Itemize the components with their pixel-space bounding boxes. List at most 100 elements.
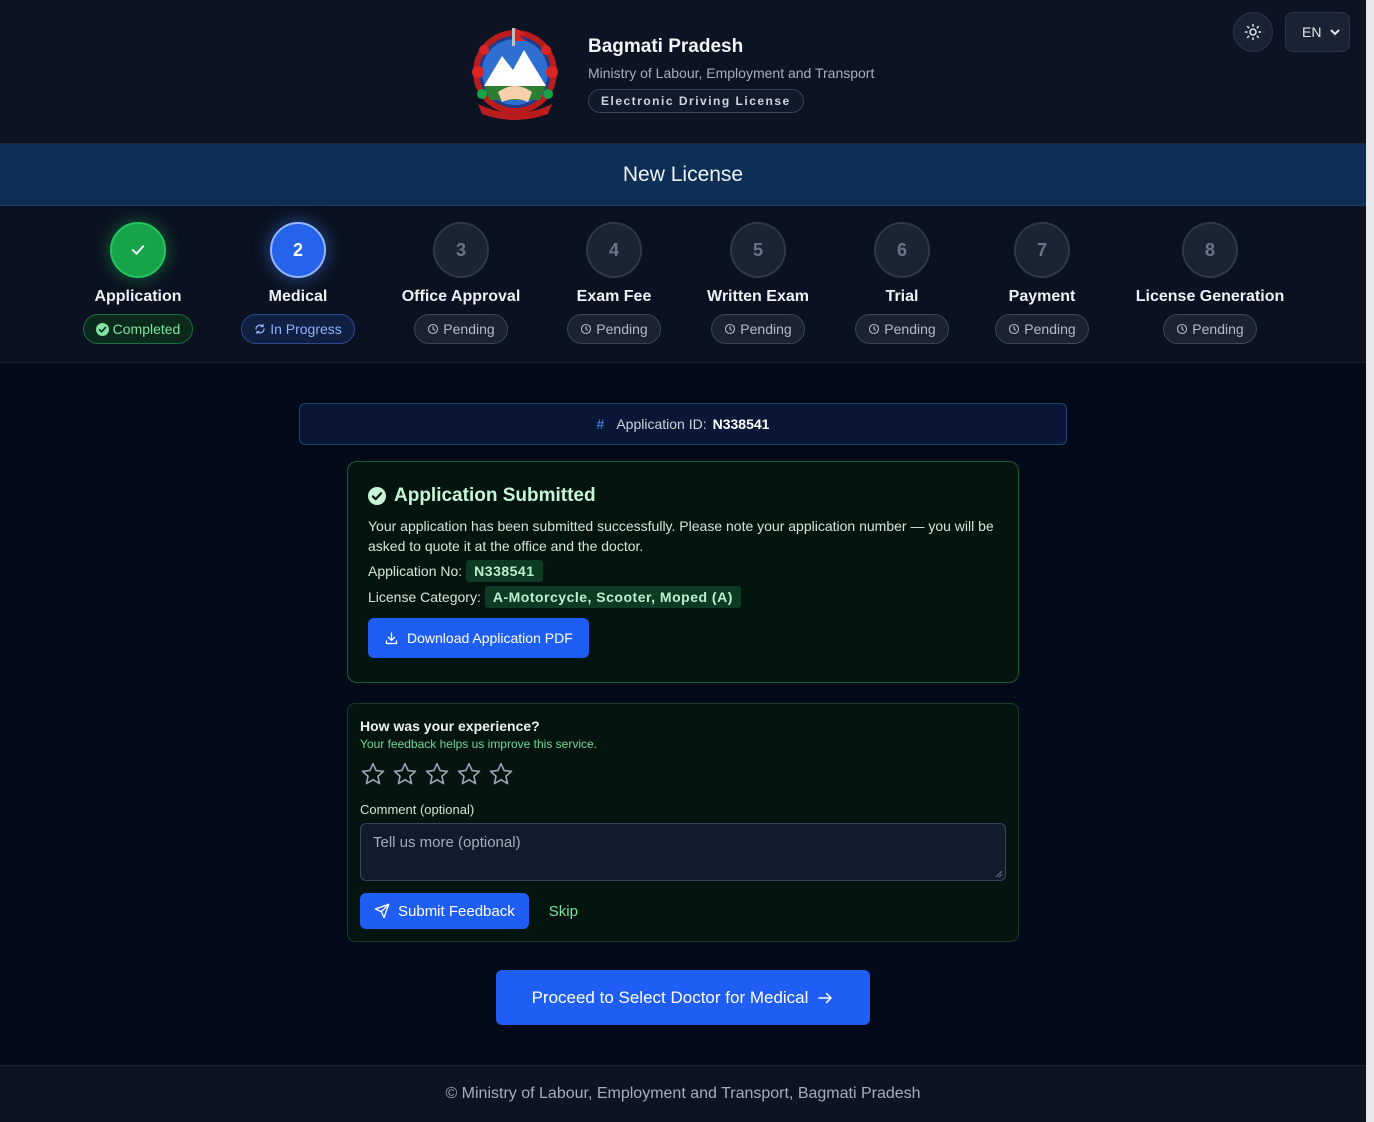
brand-badge: Electronic Driving License (588, 89, 804, 113)
star-icon[interactable] (392, 761, 418, 792)
arrow-right-icon (818, 992, 833, 1003)
scrollbar[interactable] (1366, 0, 1374, 1122)
step-number: 8 (1204, 239, 1215, 260)
submitted-title: Application Submitted (394, 485, 596, 506)
step-status-badge: Pending (855, 314, 949, 344)
step-status-text: Completed (112, 321, 181, 337)
brand: Bagmati Pradesh Ministry of Labour, Empl… (588, 36, 874, 113)
step-circle (110, 222, 166, 278)
step-label: Application (94, 288, 182, 305)
comment-label: Comment (optional) (360, 802, 475, 817)
hash-icon: # (596, 416, 605, 432)
submit-feedback-button[interactable]: Submit Feedback (360, 893, 529, 929)
step-status-text: Pending (596, 321, 648, 337)
step-status-badge: Pending (711, 314, 805, 344)
header: Bagmati Pradesh Ministry of Labour, Empl… (0, 0, 1366, 144)
step-number: 2 (292, 239, 303, 260)
application-id-bar: # Application ID: N338541 (299, 403, 1067, 445)
submitted-message: Your application has been submitted succ… (368, 518, 994, 554)
step-status-text: Pending (1024, 321, 1076, 337)
step-status-badge: Pending (567, 314, 661, 344)
brand-title: Bagmati Pradesh (588, 36, 744, 57)
proceed-select-doctor-button[interactable]: Proceed to Select Doctor for Medical (496, 970, 870, 1025)
star-icon[interactable] (456, 761, 482, 792)
clock-icon (1009, 323, 1020, 335)
step-label: Payment (1008, 288, 1076, 305)
step-label: Office Approval (401, 288, 521, 305)
download-pdf-label: Download Application PDF (407, 630, 573, 646)
submit-feedback-label: Submit Feedback (398, 902, 515, 920)
clock-icon (1177, 323, 1188, 335)
step-status-badge: Completed (82, 314, 194, 344)
check-circle-icon (368, 487, 386, 505)
clock-icon (725, 323, 736, 335)
step-8: 8 License Generation Pending (1125, 222, 1295, 344)
application-number-value: N338541 (466, 560, 543, 582)
clock-icon (581, 323, 592, 335)
step-circle: 3 (433, 222, 489, 278)
check-icon (131, 245, 145, 255)
step-status-text: Pending (1192, 321, 1244, 337)
skip-link[interactable]: Skip (549, 903, 578, 920)
star-rating (360, 761, 1006, 792)
step-status-badge: Pending (414, 314, 508, 344)
nepal-emblem-icon (472, 28, 558, 120)
license-category-label: License Category: (368, 589, 481, 605)
step-label: License Generation (1135, 288, 1285, 305)
step-circle: 6 (874, 222, 930, 278)
step-circle: 8 (1182, 222, 1238, 278)
step-number: 7 (1036, 239, 1047, 260)
star-icon[interactable] (424, 761, 450, 792)
step-status-badge: Pending (995, 314, 1089, 344)
step-number: 6 (896, 239, 907, 260)
step-circle: 5 (730, 222, 786, 278)
star-icon[interactable] (488, 761, 514, 792)
brand-subtitle: Ministry of Labour, Employment and Trans… (588, 65, 875, 81)
step-circle: 7 (1014, 222, 1070, 278)
application-id-value: N338541 (712, 416, 770, 432)
feedback-card: How was your experience? Your feedback h… (347, 703, 1019, 942)
page: Bagmati Pradesh Ministry of Labour, Empl… (0, 0, 1366, 1122)
sun-icon (1244, 23, 1262, 41)
step-number: 5 (752, 239, 763, 260)
check-circle-icon (95, 322, 109, 336)
comment-textarea[interactable]: Tell us more (optional) (360, 823, 1006, 881)
language-select[interactable]: EN (1285, 12, 1350, 52)
language-value: EN (1302, 24, 1322, 40)
step-number: 4 (608, 239, 619, 260)
license-category-value: A-Motorcycle, Scooter, Moped (A) (484, 586, 741, 608)
step-number: 3 (455, 239, 466, 260)
download-pdf-button[interactable]: Download Application PDF (368, 618, 589, 658)
step-circle: 4 (586, 222, 642, 278)
step-status-badge: In Progress (241, 314, 355, 344)
submitted-heading: Application Submitted (368, 485, 998, 507)
step-status-text: Pending (740, 321, 792, 337)
step-label: Medical (268, 288, 328, 305)
chevron-down-icon (1330, 29, 1340, 36)
footer-text: © Ministry of Labour, Employment and Tra… (445, 1085, 921, 1102)
application-id-label: Application ID: (616, 416, 707, 432)
step-2: 2 Medical In Progress (213, 222, 383, 344)
download-icon (385, 631, 398, 644)
step-status-badge: Pending (1163, 314, 1257, 344)
proceed-label: Proceed to Select Doctor for Medical (531, 987, 809, 1007)
resize-handle-icon[interactable] (995, 870, 1003, 878)
comment-placeholder: Tell us more (optional) (373, 834, 521, 851)
step-status-text: Pending (443, 321, 495, 337)
clock-icon (869, 323, 880, 335)
step-status-text: Pending (884, 321, 936, 337)
feedback-title: How was your experience? (360, 718, 540, 734)
application-number-label: Application No: (368, 563, 463, 579)
step-circle: 2 (270, 222, 326, 278)
feedback-subtitle: Your feedback helps us improve this serv… (360, 737, 598, 751)
step-3: 3 Office Approval Pending (376, 222, 546, 344)
application-number-row: Application No: N338541 (368, 560, 998, 582)
refresh-icon (255, 323, 265, 335)
footer: © Ministry of Labour, Employment and Tra… (0, 1065, 1366, 1122)
star-icon[interactable] (360, 761, 386, 792)
step-1: Application Completed (53, 222, 223, 344)
theme-toggle-button[interactable] (1233, 12, 1273, 52)
application-submitted-card: Application Submitted Your application h… (347, 461, 1019, 683)
license-category-row: License Category: A-Motorcycle, Scooter,… (368, 586, 998, 608)
clock-icon (428, 323, 439, 335)
